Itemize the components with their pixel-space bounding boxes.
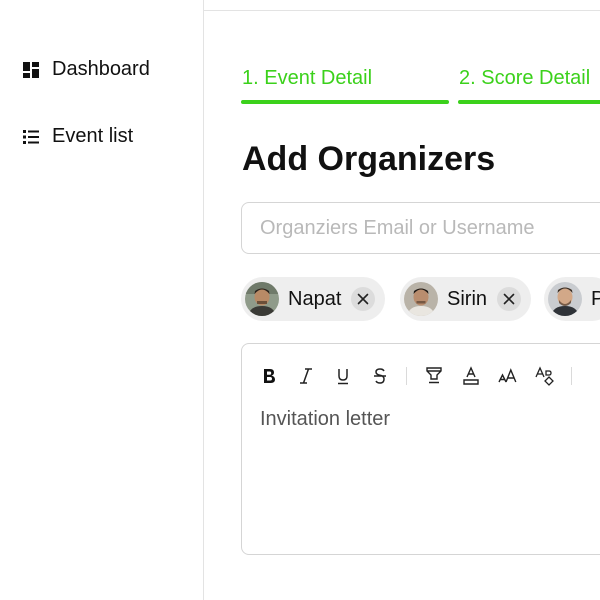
- toolbar-divider: [571, 367, 572, 385]
- highlight-icon[interactable]: [421, 364, 447, 388]
- font-size-icon[interactable]: [495, 364, 521, 388]
- remove-organizer-button[interactable]: [351, 287, 376, 311]
- close-icon: [358, 293, 369, 305]
- italic-icon[interactable]: [293, 364, 319, 388]
- remove-organizer-button[interactable]: [497, 287, 522, 311]
- step-event-detail[interactable]: 1. Event Detail: [242, 67, 372, 90]
- underline-icon[interactable]: [330, 364, 356, 388]
- organizer-chip: Napat: [241, 277, 386, 321]
- page-title: Add Organizers: [242, 140, 496, 178]
- close-icon: [503, 293, 515, 305]
- text-color-icon[interactable]: [458, 364, 484, 388]
- avatar: [404, 282, 438, 316]
- organizer-chip: P: [544, 277, 600, 321]
- clear-format-icon[interactable]: [532, 364, 558, 388]
- list-icon: [22, 128, 40, 146]
- main-content: 1. Event Detail 2. Score Detail Add Orga…: [205, 0, 600, 600]
- bold-icon[interactable]: [256, 364, 282, 388]
- avatar: [245, 282, 279, 316]
- sidebar-item-dashboard[interactable]: Dashboard: [22, 58, 150, 81]
- editor-toolbar: [256, 364, 586, 388]
- organizer-name: P: [591, 287, 600, 310]
- sidebar-item-label: Dashboard: [52, 58, 150, 80]
- strikethrough-icon[interactable]: [367, 364, 393, 388]
- organizer-name: Napat: [288, 287, 342, 310]
- sidebar-item-label: Event list: [52, 125, 134, 147]
- dashboard-icon: [22, 61, 40, 79]
- organizer-search-input[interactable]: [241, 202, 600, 254]
- editor-placeholder: Invitation letter: [260, 408, 391, 430]
- step-progress-bar: [458, 100, 600, 104]
- step-score-detail[interactable]: 2. Score Detail: [459, 67, 590, 90]
- sidebar: Dashboard Event list: [0, 0, 204, 600]
- organizer-chip: Sirin: [400, 277, 532, 321]
- organizer-name: Sirin: [447, 287, 488, 310]
- avatar: [548, 282, 582, 316]
- step-progress-bar: [241, 100, 449, 104]
- sidebar-item-event-list[interactable]: Event list: [22, 125, 133, 148]
- invitation-letter-editor[interactable]: Invitation letter: [241, 343, 600, 555]
- toolbar-divider: [406, 367, 407, 385]
